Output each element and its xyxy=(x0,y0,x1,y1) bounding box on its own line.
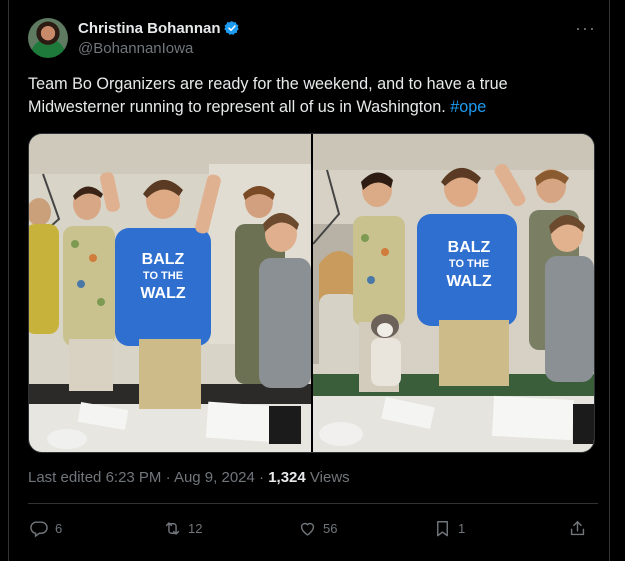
tweet-meta: Last edited 6:23 PM · Aug 9, 2024 · 1,32… xyxy=(28,469,350,486)
reply-count: 6 xyxy=(55,520,63,536)
share-icon xyxy=(570,520,585,535)
timeline-border-left xyxy=(8,0,9,561)
photo-right-scene: BALZ TO THE WALZ xyxy=(313,134,594,452)
shirt-text-left-2: TO THE xyxy=(143,270,183,282)
tweet-date[interactable]: Aug 9, 2024 xyxy=(174,469,255,486)
actions-divider xyxy=(28,503,598,504)
bookmark-icon xyxy=(437,520,448,536)
hashtag-link[interactable]: #ope xyxy=(450,98,486,116)
user-handle[interactable]: @BohannanIowa xyxy=(78,40,193,57)
media-gallery: BALZ TO THE WALZ BALZ TO THE WALZ xyxy=(28,133,595,453)
repost-button[interactable]: 12 xyxy=(163,518,202,538)
display-name-row[interactable]: Christina Bohannan xyxy=(78,20,240,37)
meta-separator-2: · xyxy=(259,469,265,486)
like-icon xyxy=(300,522,315,536)
share-button[interactable] xyxy=(568,518,587,538)
action-bar: 6 12 56 1 xyxy=(28,512,598,544)
tweet-text: Team Bo Organizers are ready for the wee… xyxy=(28,73,588,119)
shirt-text-left-1: BALZ xyxy=(142,251,185,268)
like-button[interactable]: 56 xyxy=(298,518,337,538)
reply-button[interactable]: 6 xyxy=(30,518,62,538)
tweet-header: Christina Bohannan @BohannanIowa ··· xyxy=(28,18,598,62)
display-name[interactable]: Christina Bohannan xyxy=(78,20,221,37)
timeline-border-right xyxy=(609,0,610,561)
repost-count: 12 xyxy=(188,520,203,536)
more-icon[interactable]: ··· xyxy=(575,18,596,39)
shirt-text-left-3: WALZ xyxy=(140,285,186,302)
tweet-time[interactable]: 6:23 PM xyxy=(106,469,162,486)
photo-left-scene: BALZ TO THE WALZ xyxy=(29,134,311,452)
like-count: 56 xyxy=(323,520,338,536)
edited-prefix[interactable]: Last edited xyxy=(28,469,101,486)
shirt-text-right-3: WALZ xyxy=(446,273,492,290)
tweet-body: Team Bo Organizers are ready for the wee… xyxy=(28,75,508,116)
bookmark-button[interactable]: 1 xyxy=(433,518,465,538)
views-count: 1,324 xyxy=(268,469,306,486)
avatar[interactable] xyxy=(28,18,68,58)
reply-icon xyxy=(30,520,48,537)
bookmark-count: 1 xyxy=(458,520,466,536)
verified-badge-icon xyxy=(223,21,239,35)
views-label: Views xyxy=(309,469,350,486)
photo-right[interactable]: BALZ TO THE WALZ xyxy=(313,134,594,452)
photo-left[interactable]: BALZ TO THE WALZ xyxy=(29,134,311,452)
shirt-text-right-2: TO THE xyxy=(449,258,489,270)
meta-separator-1: · xyxy=(165,469,171,486)
shirt-text-right-1: BALZ xyxy=(448,239,491,256)
repost-icon xyxy=(165,521,180,535)
